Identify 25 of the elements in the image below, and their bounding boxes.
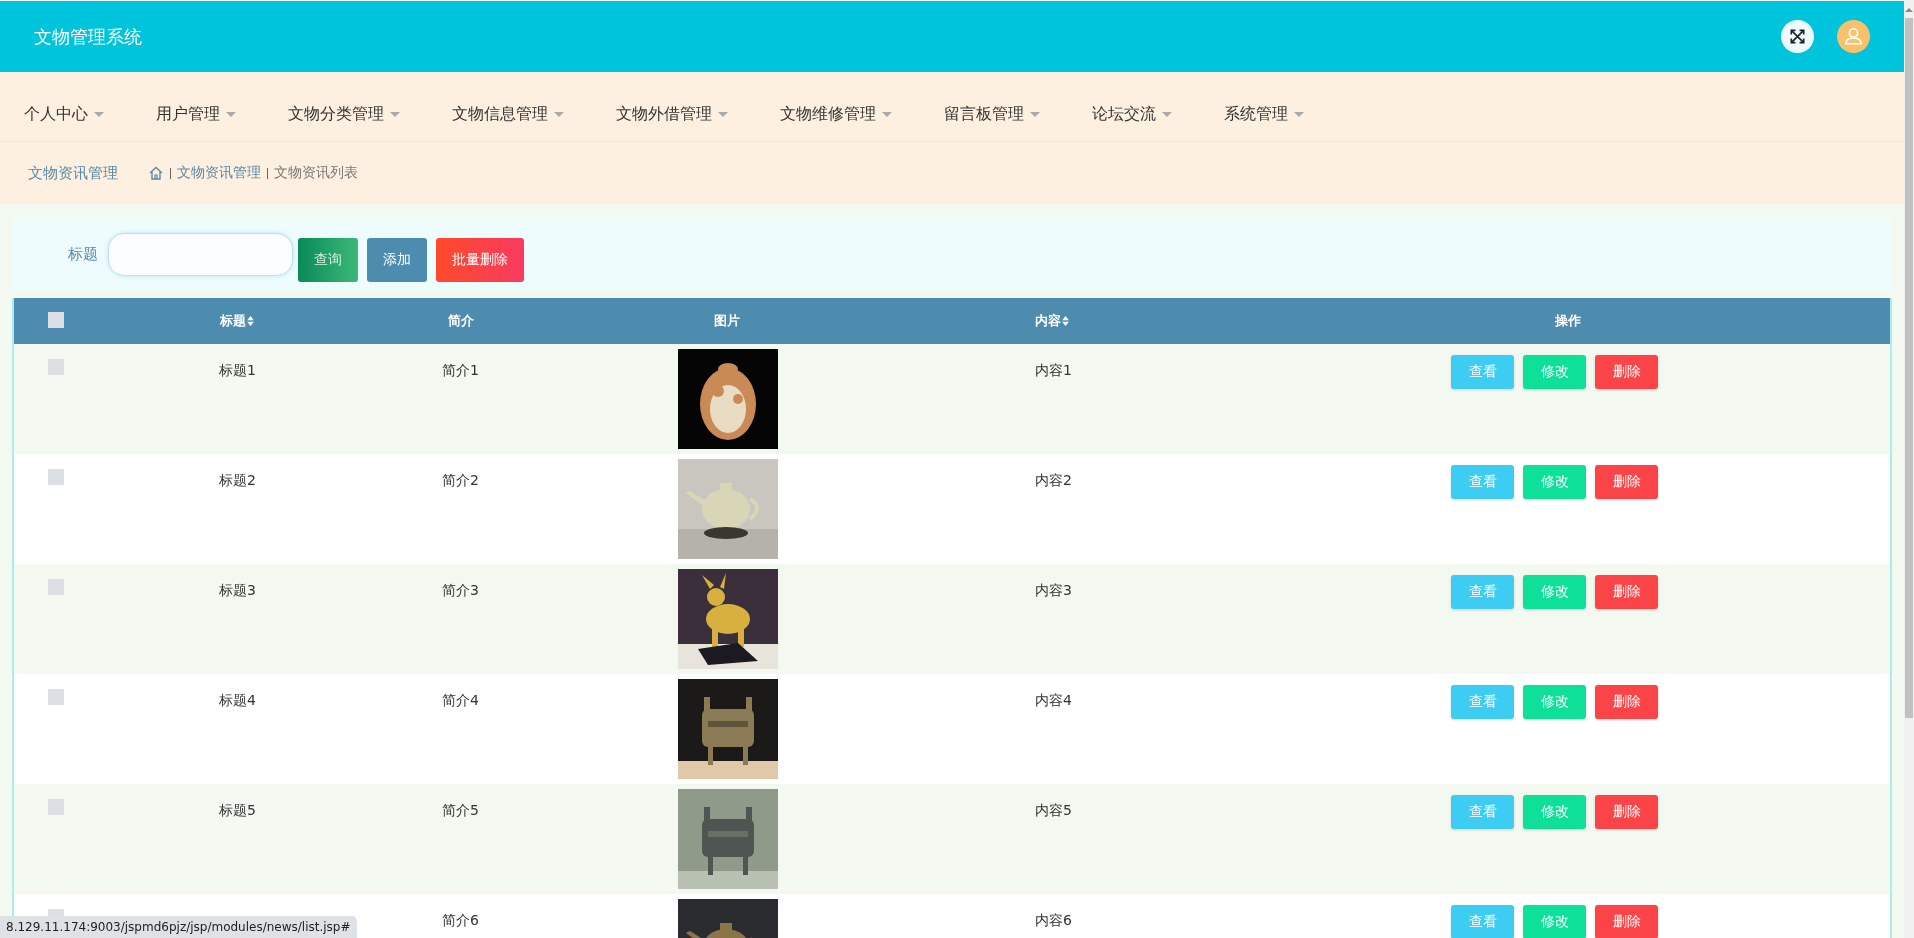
table-cell: 内容2 (1035, 472, 1072, 488)
breadcrumb-item: 文物资讯列表 (274, 164, 358, 182)
field-label: 标题 (68, 245, 98, 264)
table-cell: 简介6 (442, 912, 479, 928)
table-cell: 标题5 (219, 802, 256, 818)
table-cell: 标题1 (219, 362, 256, 378)
table-cell: 内容1 (1035, 362, 1072, 378)
column-header: 简介 (448, 312, 474, 330)
column-header: 操作 (1555, 312, 1581, 330)
column-header: 图片 (714, 312, 740, 330)
url-tooltip: 8.129.11.174:9003/jspmd6pjz/jsp/modules/news/list.jsp# (0, 916, 357, 938)
table-cell: 标题3 (219, 582, 256, 598)
table-cell: 内容4 (1035, 692, 1072, 708)
table-cell: 标题4 (219, 692, 256, 708)
section-title: 文物资讯管理 (28, 163, 118, 183)
table-cell: 内容6 (1035, 912, 1072, 928)
table-cell: 标题2 (219, 472, 256, 488)
table-cell: 简介4 (442, 692, 479, 708)
app-title: 文物管理系统 (34, 24, 142, 49)
table-cell: 简介1 (442, 362, 479, 378)
table-cell: 内容5 (1035, 802, 1072, 818)
table-cell: 内容3 (1035, 582, 1072, 598)
table-cell: 简介2 (442, 472, 479, 488)
table-cell: 简介3 (442, 582, 479, 598)
table-cell: 简介5 (442, 802, 479, 818)
